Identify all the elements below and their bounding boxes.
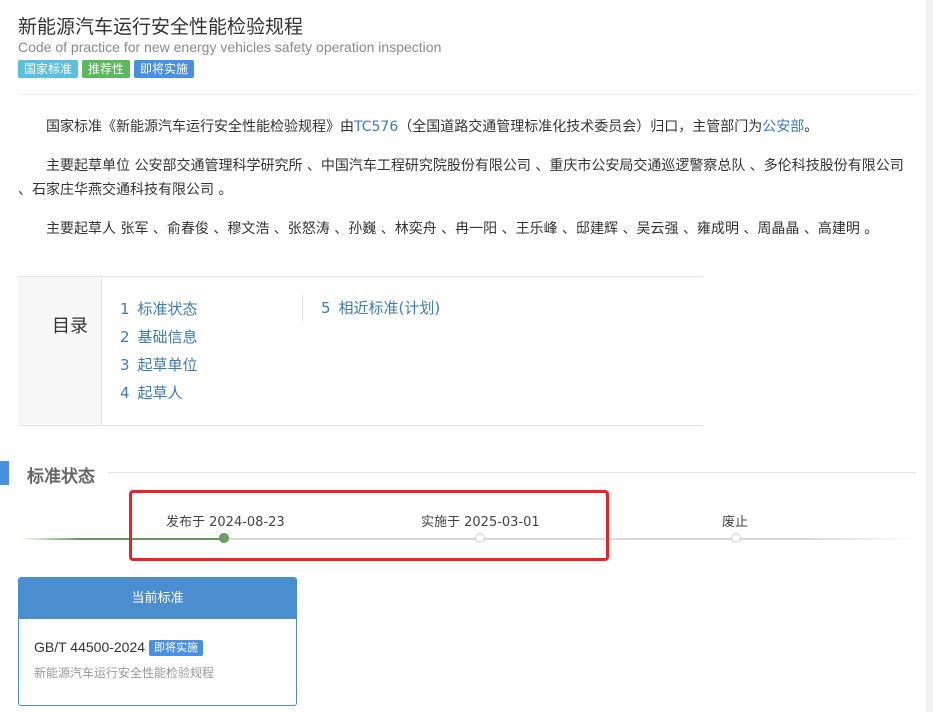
standard-code-text: GB/T 44500-2024: [34, 639, 146, 655]
drafters-paragraph: 主要起草人 张军 、俞春俊 、穆文浩 、张怒涛 、孙巍 、林奕舟 、冉一阳 、王…: [46, 221, 879, 237]
intro-text: （全国道路交通管理标准化技术委员会）归口，主管部门为: [398, 119, 763, 135]
toc-item-basic-info[interactable]: 2 基础信息: [120, 323, 198, 351]
section-title-status: 标准状态: [27, 467, 95, 487]
toc-column: 1 标准状态 2 基础信息 3 起草单位 4 起草人: [120, 295, 198, 407]
page-subtitle: Code of practice for new energy vehicles…: [18, 39, 442, 55]
current-standard-card[interactable]: 当前标准 GB/T 44500-2024 即将实施 新能源汽车运行安全性能检验规程: [18, 577, 297, 706]
toc-item-label: 标准状态: [137, 300, 198, 318]
toc-item-number: 1: [120, 300, 130, 318]
status-badge: 即将实施: [149, 640, 204, 656]
divider: [18, 94, 916, 95]
table-of-contents: 目录 1 标准状态 2 基础信息 3 起草单位 4 起草人 5 相近标准(计划): [18, 276, 703, 426]
toc-title: 目录: [52, 316, 88, 337]
card-header: 当前标准: [19, 578, 296, 619]
toc-item-label: 起草人: [137, 384, 183, 402]
intro-text: 国家标准《新能源汽车运行安全性能检验规程》由: [46, 119, 354, 135]
toc-item-drafters[interactable]: 4 起草人: [120, 379, 198, 407]
tc-link[interactable]: TC576: [354, 119, 398, 135]
toc-item-label: 起草单位: [137, 356, 198, 374]
toc-item-number: 3: [120, 356, 130, 374]
section-accent-bar: [0, 461, 9, 485]
toc-item-drafting-units[interactable]: 3 起草单位: [120, 351, 198, 379]
tag-list: 国家标准 推荐性 即将实施: [18, 60, 195, 78]
toc-item-number: 2: [120, 328, 130, 346]
intro-paragraph: 国家标准《新能源汽车运行安全性能检验规程》由TC576（全国道路交通管理标准化技…: [18, 115, 914, 139]
toc-column: 5 相近标准(计划): [302, 295, 440, 321]
department-link[interactable]: 公安部: [762, 119, 804, 135]
standard-name: 新能源汽车运行安全性能检验规程: [34, 666, 215, 680]
toc-item-related-standards[interactable]: 5 相近标准(计划): [321, 295, 440, 321]
toc-item-number: 4: [120, 384, 130, 402]
toc-item-label: 基础信息: [137, 328, 198, 346]
timeline-dot-abolished: [731, 533, 741, 543]
timeline-label-abolished: 废止: [722, 515, 749, 530]
tag-upcoming[interactable]: 即将实施: [134, 60, 195, 78]
tag-recommended[interactable]: 推荐性: [82, 60, 131, 78]
toc-item-number: 5: [321, 299, 331, 317]
tag-national-standard[interactable]: 国家标准: [18, 60, 79, 78]
intro-text: 。: [804, 119, 819, 135]
highlight-box: [129, 490, 609, 561]
standard-code: GB/T 44500-2024 即将实施: [34, 639, 204, 656]
toc-sidebar: 目录: [18, 277, 102, 425]
section-divider: [108, 472, 916, 473]
toc-item-status[interactable]: 1 标准状态: [120, 295, 198, 323]
drafting-units-paragraph: 主要起草单位 公安部交通管理科学研究所 、中国汽车工程研究院股份有限公司 、重庆…: [18, 158, 904, 198]
page-title: 新能源汽车运行安全性能检验规程: [18, 16, 304, 38]
scrollbar[interactable]: [926, 0, 933, 712]
toc-item-label: 相近标准(计划): [338, 299, 441, 317]
